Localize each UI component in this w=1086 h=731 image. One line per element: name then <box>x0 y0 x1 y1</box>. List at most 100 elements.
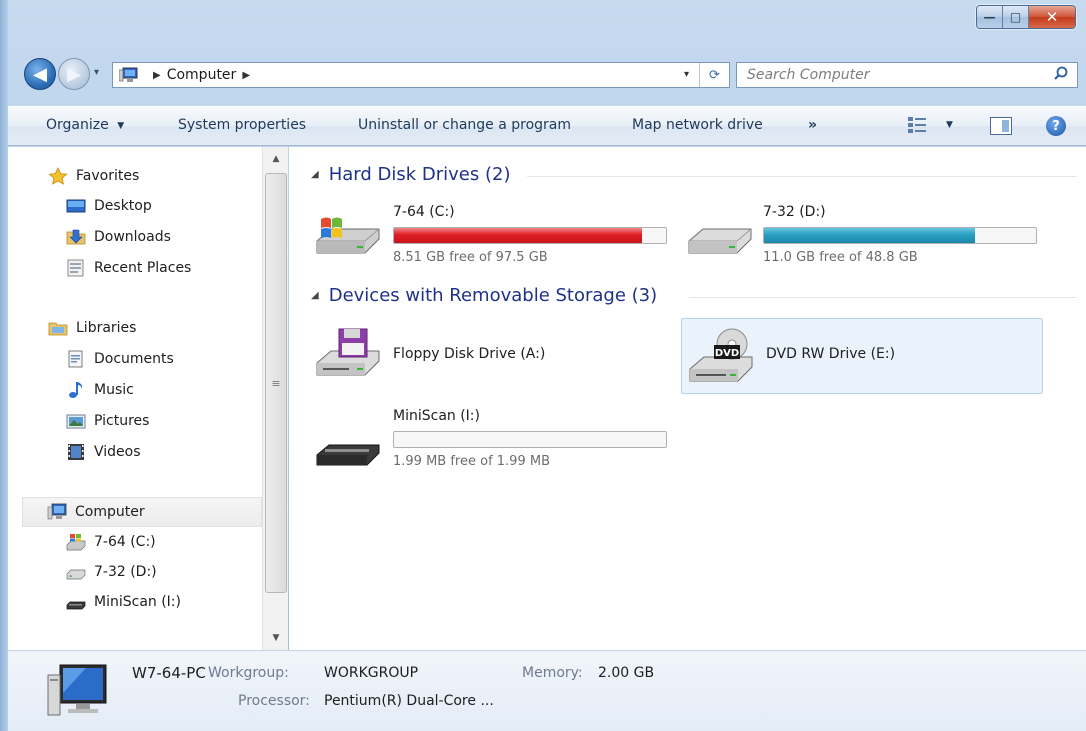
drive-free-space: 11.0 GB free of 48.8 GB <box>763 250 918 265</box>
nav-item-label: 7-64 (C:) <box>94 534 156 550</box>
group-divider <box>527 176 1077 177</box>
drive-free-space: 8.51 GB free of 97.5 GB <box>393 250 548 265</box>
removable-drive-icon <box>316 444 380 466</box>
uninstall-program-button[interactable]: Uninstall or change a program <box>358 117 571 133</box>
scroll-down-button[interactable]: ▼ <box>263 628 289 648</box>
group-removable-storage[interactable]: ◢ Devices with Removable Storage (3) <box>311 285 657 306</box>
preview-pane-icon[interactable] <box>990 117 1012 135</box>
drive-name: MiniScan (I:) <box>393 408 480 424</box>
breadcrumb-separator-icon[interactable]: ▶ <box>242 70 250 81</box>
forward-button[interactable]: ▶ <box>58 58 90 90</box>
drive-name: Floppy Disk Drive (A:) <box>393 346 546 362</box>
group-hard-disk-drives[interactable]: ◢ Hard Disk Drives (2) <box>311 164 510 185</box>
group-title: Devices with Removable Storage (3) <box>328 285 658 306</box>
computer-name: W7-64-PC <box>132 664 206 682</box>
nav-item-recent-places[interactable]: Recent Places <box>66 259 191 277</box>
scroll-up-button[interactable]: ▲ <box>263 149 289 169</box>
navigation-bar: ◀ ▶ ▾ ▶ Computer ▶ ▾ ⟳ <box>8 58 1086 92</box>
navigation-pane: Favorites Desktop Downloads Recent Place… <box>8 147 262 650</box>
nav-item-label: Music <box>94 382 134 398</box>
map-network-drive-button[interactable]: Map network drive <box>632 117 763 133</box>
refresh-button[interactable]: ⟳ <box>699 63 729 87</box>
hard-drive-icon <box>688 228 752 254</box>
collapse-icon: ◢ <box>311 169 319 180</box>
nav-item-music[interactable]: Music <box>66 381 134 399</box>
address-bar[interactable]: ▶ Computer ▶ ▾ ⟳ <box>112 62 730 88</box>
nav-item-downloads[interactable]: Downloads <box>66 228 171 246</box>
group-title: Hard Disk Drives (2) <box>328 164 511 185</box>
search-input[interactable] <box>745 64 1051 86</box>
hard-drive-icon <box>66 569 86 580</box>
nav-item-drive-c[interactable]: 7-64 (C:) <box>66 533 156 551</box>
drive-name: DVD RW Drive (E:) <box>766 346 896 362</box>
scroll-thumb[interactable]: ≡ <box>265 173 287 593</box>
more-commands-button[interactable]: » <box>808 117 817 133</box>
drive-usage-bar <box>763 227 1037 244</box>
organize-button[interactable]: Organize ▼ <box>46 117 124 133</box>
address-dropdown-icon[interactable]: ▾ <box>684 69 689 80</box>
change-view-icon[interactable] <box>908 117 926 133</box>
downloads-folder-icon <box>66 229 86 245</box>
memory-value: 2.00 GB <box>598 665 655 681</box>
command-bar: Organize ▼ System properties Uninstall o… <box>8 106 1086 146</box>
nav-item-label: Pictures <box>94 413 150 429</box>
dvd-drive-icon: DVD <box>689 328 753 382</box>
drive-tile-c[interactable]: 7-64 (C:) 8.51 GB free of 97.5 GB <box>313 199 683 271</box>
nav-item-label: Documents <box>94 351 174 367</box>
drive-usage-fill <box>394 228 643 243</box>
drive-usage-bar <box>393 227 667 244</box>
search-box[interactable] <box>736 62 1078 88</box>
processor-label: Processor: <box>238 693 310 709</box>
close-button[interactable]: ✕ <box>1029 6 1075 28</box>
nav-item-desktop[interactable]: Desktop <box>66 197 152 215</box>
minimize-button[interactable]: — <box>977 6 1003 28</box>
breadcrumb-separator-icon[interactable]: ▶ <box>153 70 161 81</box>
scroll-grip-icon: ≡ <box>271 376 281 390</box>
maximize-button[interactable]: □ <box>1003 6 1029 28</box>
nav-computer[interactable]: Computer <box>22 497 262 527</box>
drive-usage-fill <box>764 228 975 243</box>
pictures-icon <box>66 414 86 429</box>
drive-tile-d[interactable]: 7-32 (D:) 11.0 GB free of 48.8 GB <box>685 199 1055 271</box>
memory-label: Memory: <box>522 665 583 681</box>
view-options-dropdown-icon[interactable]: ▼ <box>946 120 953 130</box>
nav-item-label: Recent Places <box>94 260 192 276</box>
breadcrumb-computer[interactable]: Computer <box>167 67 237 83</box>
nav-item-label: 7-32 (D:) <box>94 564 157 580</box>
nav-item-label: Videos <box>94 444 141 460</box>
nav-item-drive-i[interactable]: MiniScan (I:) <box>66 593 181 611</box>
nav-libraries[interactable]: Libraries <box>48 319 136 337</box>
nav-item-drive-d[interactable]: 7-32 (D:) <box>66 563 157 581</box>
nav-item-label: Downloads <box>94 229 171 245</box>
desktop-icon <box>66 199 86 213</box>
windows-drive-icon <box>316 217 380 254</box>
group-divider <box>689 297 1077 298</box>
drive-usage-bar <box>393 431 667 448</box>
nav-item-videos[interactable]: Videos <box>66 443 141 461</box>
nav-favorites-label: Favorites <box>76 168 140 184</box>
drive-tile-e[interactable]: DVD DVD RW Drive (E:) <box>681 318 1043 394</box>
documents-icon <box>68 350 83 368</box>
help-icon[interactable]: ? <box>1046 116 1066 136</box>
nav-item-documents[interactable]: Documents <box>66 350 174 368</box>
workgroup-label: Workgroup: <box>208 665 289 681</box>
workgroup-value: WORKGROUP <box>324 665 419 681</box>
navigation-scrollbar[interactable]: ▲ ≡ ▼ <box>262 147 288 650</box>
nav-computer-label: Computer <box>75 504 145 520</box>
recent-pages-dropdown[interactable]: ▾ <box>94 67 99 78</box>
system-properties-button[interactable]: System properties <box>178 117 306 133</box>
processor-value: Pentium(R) Dual-Core ... <box>324 693 494 709</box>
nav-favorites[interactable]: Favorites <box>48 167 139 185</box>
drive-name: 7-32 (D:) <box>763 204 826 220</box>
back-button[interactable]: ◀ <box>24 58 56 90</box>
drive-tile-a[interactable]: Floppy Disk Drive (A:) <box>313 319 683 395</box>
dvd-badge: DVD <box>715 348 739 359</box>
drive-tile-i[interactable]: MiniScan (I:) 1.99 MB free of 1.99 MB <box>313 403 683 479</box>
nav-item-pictures[interactable]: Pictures <box>66 412 149 430</box>
search-icon[interactable] <box>1051 66 1071 84</box>
recent-places-icon <box>67 259 84 277</box>
organize-label: Organize <box>46 117 109 133</box>
removable-drive-icon <box>66 601 86 610</box>
window-left-edge <box>0 0 8 731</box>
caption-buttons: — □ ✕ <box>976 5 1076 29</box>
